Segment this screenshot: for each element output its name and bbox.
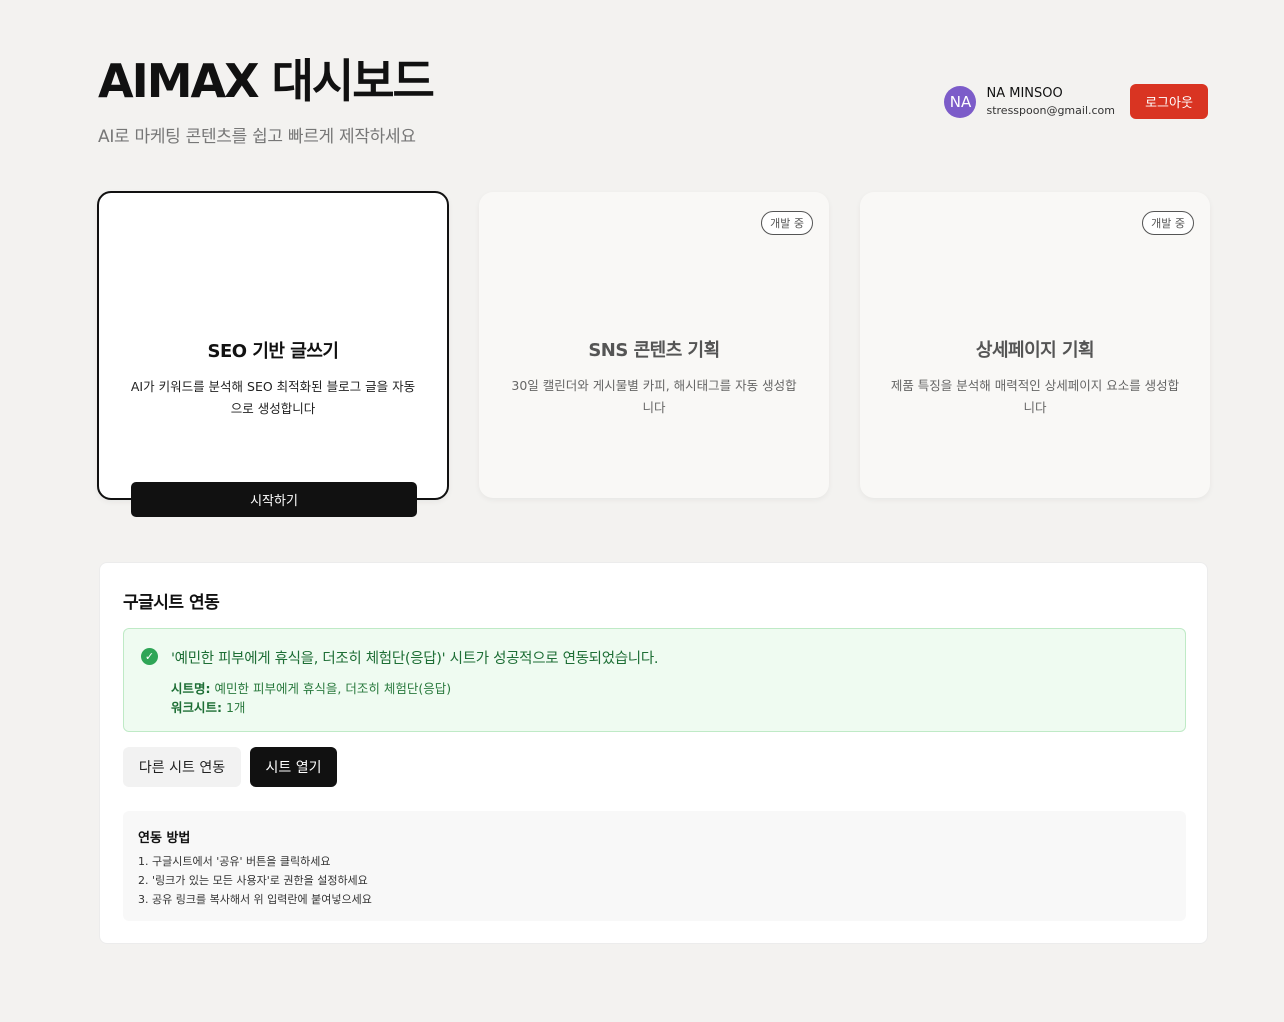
avatar[interactable]: NA (944, 85, 977, 118)
worksheet-row: 워크시트: 1개 (171, 697, 245, 716)
header: AIMAX 대시보드 AI로 마케팅 콘텐츠를 쉽고 빠르게 제작하세요 NA … (98, 52, 1208, 152)
card-description: AI가 키워드를 분석해 SEO 최적화된 블로그 글을 자동으로 생성합니다 (130, 379, 416, 416)
card-title: 상세페이지 기획 (975, 340, 1095, 361)
card-title: SNS 콘텐츠 기획 (588, 340, 720, 361)
sheet-name-row: 시트명: 예민한 피부에게 휴식을, 더조히 체험단(응답) (171, 678, 451, 697)
check-circle-icon: ✓ (141, 648, 158, 665)
user-email: stresspoon@gmail.com (986, 103, 1115, 117)
howto-step: 1. 구글시트에서 '공유' 버튼을 클릭하세요 (138, 855, 331, 868)
panel-title: 구글시트 연동 (123, 593, 220, 613)
sheet-panel: 구글시트 연동 ✓ '예민한 피부에게 휴식을, 더조히 체험단(응답)' 시트… (99, 562, 1208, 944)
success-message: '예민한 피부에게 휴식을, 더조히 체험단(응답)' 시트가 성공적으로 연동… (171, 651, 659, 667)
user-name: NA MINSOO (986, 85, 1063, 101)
user-menu: NA NA MINSOO stresspoon@gmail.com 로그아웃 (944, 84, 1208, 119)
sheet-name-label: 시트명: (171, 681, 211, 696)
dev-badge: 개발 중 (761, 211, 813, 235)
worksheet-count: 1개 (225, 700, 246, 715)
card-sns-content[interactable]: 개발 중 SNS 콘텐츠 기획 30일 캘린더와 게시물별 카피, 해시태그를 … (479, 192, 829, 498)
card-description: 30일 캘린더와 게시물별 카피, 해시태그를 자동 생성합니다 (511, 378, 797, 415)
card-seo-writing[interactable]: SEO 기반 글쓰기 AI가 키워드를 분석해 SEO 최적화된 블로그 글을 … (97, 191, 449, 517)
worksheet-label: 워크시트: (171, 700, 222, 715)
howto-title: 연동 방법 (138, 831, 191, 846)
user-info: NA MINSOO stresspoon@gmail.com (986, 85, 1115, 119)
open-sheet-button[interactable]: 시트 열기 (250, 747, 337, 787)
dev-badge: 개발 중 (1142, 211, 1194, 235)
connect-other-sheet-button[interactable]: 다른 시트 연동 (123, 747, 241, 787)
card-description: 제품 특징을 분석해 매력적인 상세페이지 요소를 생성합니다 (890, 378, 1180, 415)
page-subtitle: AI로 마케팅 콘텐츠를 쉽고 빠르게 제작하세요 (98, 127, 416, 147)
success-alert: ✓ '예민한 피부에게 휴식을, 더조히 체험단(응답)' 시트가 성공적으로 … (123, 628, 1186, 732)
howto-box: 연동 방법 1. 구글시트에서 '공유' 버튼을 클릭하세요 2. '링크가 있… (123, 811, 1186, 921)
card-title: SEO 기반 글쓰기 (207, 341, 339, 362)
dashboard-page: AIMAX 대시보드 AI로 마케팅 콘텐츠를 쉽고 빠르게 제작하세요 NA … (0, 0, 1284, 1022)
start-button[interactable]: 시작하기 (131, 482, 417, 517)
howto-step: 3. 공유 링크를 복사해서 위 입력란에 붙여넣으세요 (138, 893, 372, 906)
sheet-name-value: 예민한 피부에게 휴식을, 더조히 체험단(응답) (214, 681, 452, 696)
logout-button[interactable]: 로그아웃 (1130, 84, 1208, 119)
howto-step: 2. '링크가 있는 모든 사용자'로 권한을 설정하세요 (138, 874, 368, 887)
card-detail-page[interactable]: 개발 중 상세페이지 기획 제품 특징을 분석해 매력적인 상세페이지 요소를 … (860, 192, 1210, 498)
